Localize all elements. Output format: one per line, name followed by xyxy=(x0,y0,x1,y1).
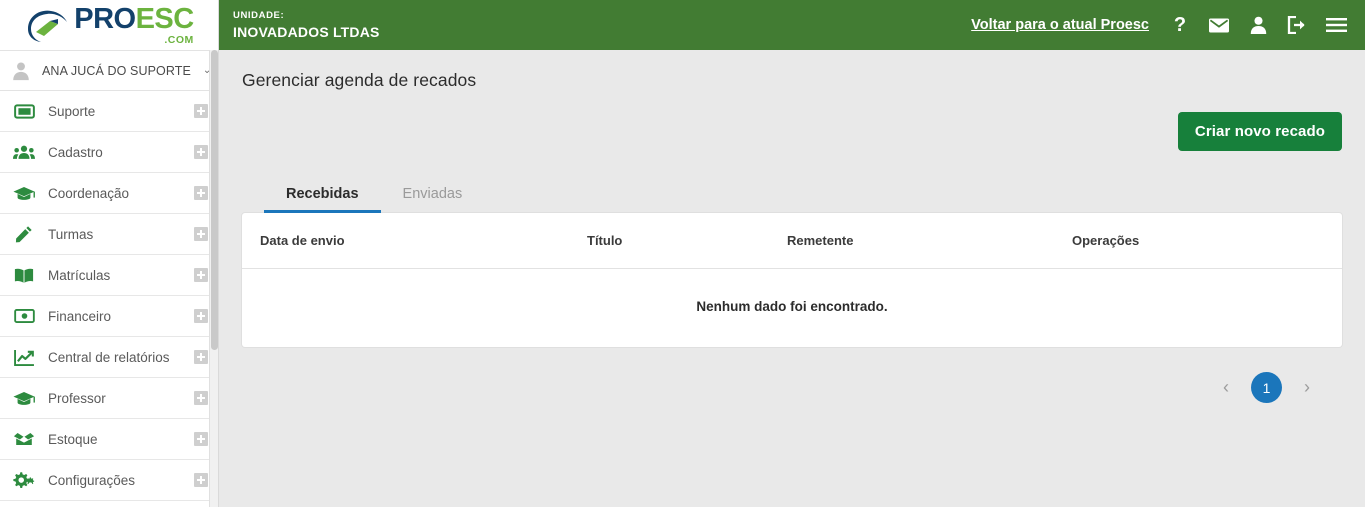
sidebar-item-matriculas[interactable]: Matrículas xyxy=(0,255,218,296)
create-new-message-button[interactable]: Criar novo recado xyxy=(1177,112,1342,151)
plus-icon[interactable] xyxy=(194,309,208,323)
tab-recebidas[interactable]: Recebidas xyxy=(264,177,381,213)
envelope-icon[interactable] xyxy=(1208,14,1230,36)
sidebar-item-label: Suporte xyxy=(48,103,96,119)
column-header-titulo: Título xyxy=(587,213,787,269)
box-open-icon xyxy=(12,429,36,449)
sidebar-menu: Suporte Cadastro Coordenação Turmas Matr… xyxy=(0,91,218,507)
sidebar-item-professor[interactable]: Professor xyxy=(0,378,218,419)
column-header-data-de-envio: Data de envio xyxy=(242,213,587,269)
logo-area[interactable]: PRO ESC .COM xyxy=(0,0,218,50)
user-icon[interactable] xyxy=(1247,14,1269,36)
sidebar-item-turmas[interactable]: Turmas xyxy=(0,214,218,255)
sidebar-user-menu[interactable]: ANA JUCÁ DO SUPORTE ⌄ xyxy=(0,50,218,91)
sidebar-user-name: ANA JUCÁ DO SUPORTE xyxy=(42,63,191,78)
pagination-next-button[interactable]: › xyxy=(1294,375,1320,401)
sidebar-item-suporte[interactable]: Suporte xyxy=(0,91,218,132)
plus-icon[interactable] xyxy=(194,268,208,282)
column-header-remetente: Remetente xyxy=(787,213,1072,269)
sidebar-scrollbar[interactable] xyxy=(209,50,218,507)
unit-name: INOVADADOS LTDAS xyxy=(233,24,380,40)
column-header-operacoes: Operações xyxy=(1072,213,1342,269)
table-header: Data de envio Título Remetente Operações xyxy=(242,213,1342,269)
sidebar-item-label: Coordenação xyxy=(48,185,130,201)
page-title: Gerenciar agenda de recados xyxy=(242,70,477,90)
sidebar-item-configuracoes[interactable]: Configurações xyxy=(0,460,218,501)
sidebar-item-label: Estoque xyxy=(48,431,98,447)
sidebar-item-financeiro[interactable]: Financeiro xyxy=(0,296,218,337)
graduation-cap-icon xyxy=(12,388,36,408)
plus-icon[interactable] xyxy=(194,432,208,446)
ticket-icon xyxy=(12,101,36,121)
plus-icon[interactable] xyxy=(194,104,208,118)
pagination-page-1[interactable]: 1 xyxy=(1251,372,1282,403)
top-header-bar: UNIDADE: INOVADADOS LTDAS Voltar para o … xyxy=(219,0,1365,50)
pagination-prev-button[interactable]: ‹ xyxy=(1213,375,1239,401)
proesc-logo-mark xyxy=(28,10,68,43)
table-body: Nenhum dado foi encontrado. xyxy=(242,269,1342,348)
pagination: ‹ 1 › xyxy=(242,372,1342,403)
logo-text: PRO ESC .COM xyxy=(74,2,195,46)
sidebar-item-label: Cadastro xyxy=(48,144,103,160)
sidebar-item-cadastro[interactable]: Cadastro xyxy=(0,132,218,173)
chart-line-icon xyxy=(12,347,36,367)
top-header-actions: Voltar para o atual Proesc ? xyxy=(971,14,1347,36)
help-icon[interactable]: ? xyxy=(1169,14,1191,36)
plus-icon[interactable] xyxy=(194,186,208,200)
sidebar-item-coordenacao[interactable]: Coordenação xyxy=(0,173,218,214)
sidebar-item-central-de-relatorios[interactable]: Central de relatórios xyxy=(0,337,218,378)
tab-enviadas[interactable]: Enviadas xyxy=(381,177,485,212)
plus-icon[interactable] xyxy=(194,350,208,364)
tabs: Recebidas Enviadas xyxy=(242,177,1342,213)
logo-pro-text: PRO xyxy=(74,2,136,35)
table-empty-row: Nenhum dado foi encontrado. xyxy=(242,269,1342,348)
proesc-logo[interactable]: PRO ESC .COM xyxy=(24,2,195,46)
sidebar-item-label: Financeiro xyxy=(48,308,112,324)
empty-state-message: Nenhum dado foi encontrado. xyxy=(696,299,888,314)
sidebar-item-label: Configurações xyxy=(48,472,136,488)
cogs-icon xyxy=(12,470,36,490)
money-bill-icon xyxy=(12,306,36,326)
sidebar-item-label: Matrículas xyxy=(48,267,111,283)
table-header-row: Data de envio Título Remetente Operações xyxy=(242,213,1342,269)
avatar-icon xyxy=(13,61,29,80)
back-to-proesc-link[interactable]: Voltar para o atual Proesc xyxy=(971,17,1149,33)
sidebar-item-estoque[interactable]: Estoque xyxy=(0,419,218,460)
plus-icon[interactable] xyxy=(194,227,208,241)
logo-com-text: .COM xyxy=(164,33,194,46)
users-icon xyxy=(12,142,36,162)
graduation-cap-icon xyxy=(12,183,36,203)
logo-esc-text: ESC xyxy=(135,2,195,35)
unit-label: UNIDADE: xyxy=(233,10,285,21)
pencil-icon xyxy=(12,224,36,244)
hamburger-menu-icon[interactable] xyxy=(1325,14,1347,36)
sidebar: PRO ESC .COM ANA JUCÁ DO SUPORTE ⌄ Supor xyxy=(0,0,219,507)
messages-table-card: Data de envio Título Remetente Operações… xyxy=(242,213,1342,347)
sidebar-item-label: Central de relatórios xyxy=(48,349,170,365)
main-area: UNIDADE: INOVADADOS LTDAS Voltar para o … xyxy=(219,0,1365,507)
sidebar-item-label: Professor xyxy=(48,390,106,406)
plus-icon[interactable] xyxy=(194,145,208,159)
page-content: Gerenciar agenda de recados Criar novo r… xyxy=(219,50,1365,507)
book-open-icon xyxy=(12,265,36,285)
messages-table: Data de envio Título Remetente Operações… xyxy=(242,213,1342,347)
app-root: PRO ESC .COM ANA JUCÁ DO SUPORTE ⌄ Supor xyxy=(0,0,1365,507)
plus-icon[interactable] xyxy=(194,473,208,487)
sidebar-item-label: Turmas xyxy=(48,226,94,242)
sign-out-icon[interactable] xyxy=(1286,14,1308,36)
unit-info: UNIDADE: INOVADADOS LTDAS xyxy=(233,10,380,40)
sidebar-scrollbar-thumb[interactable] xyxy=(211,50,218,350)
plus-icon[interactable] xyxy=(194,391,208,405)
action-bar: Criar novo recado xyxy=(242,112,1342,151)
